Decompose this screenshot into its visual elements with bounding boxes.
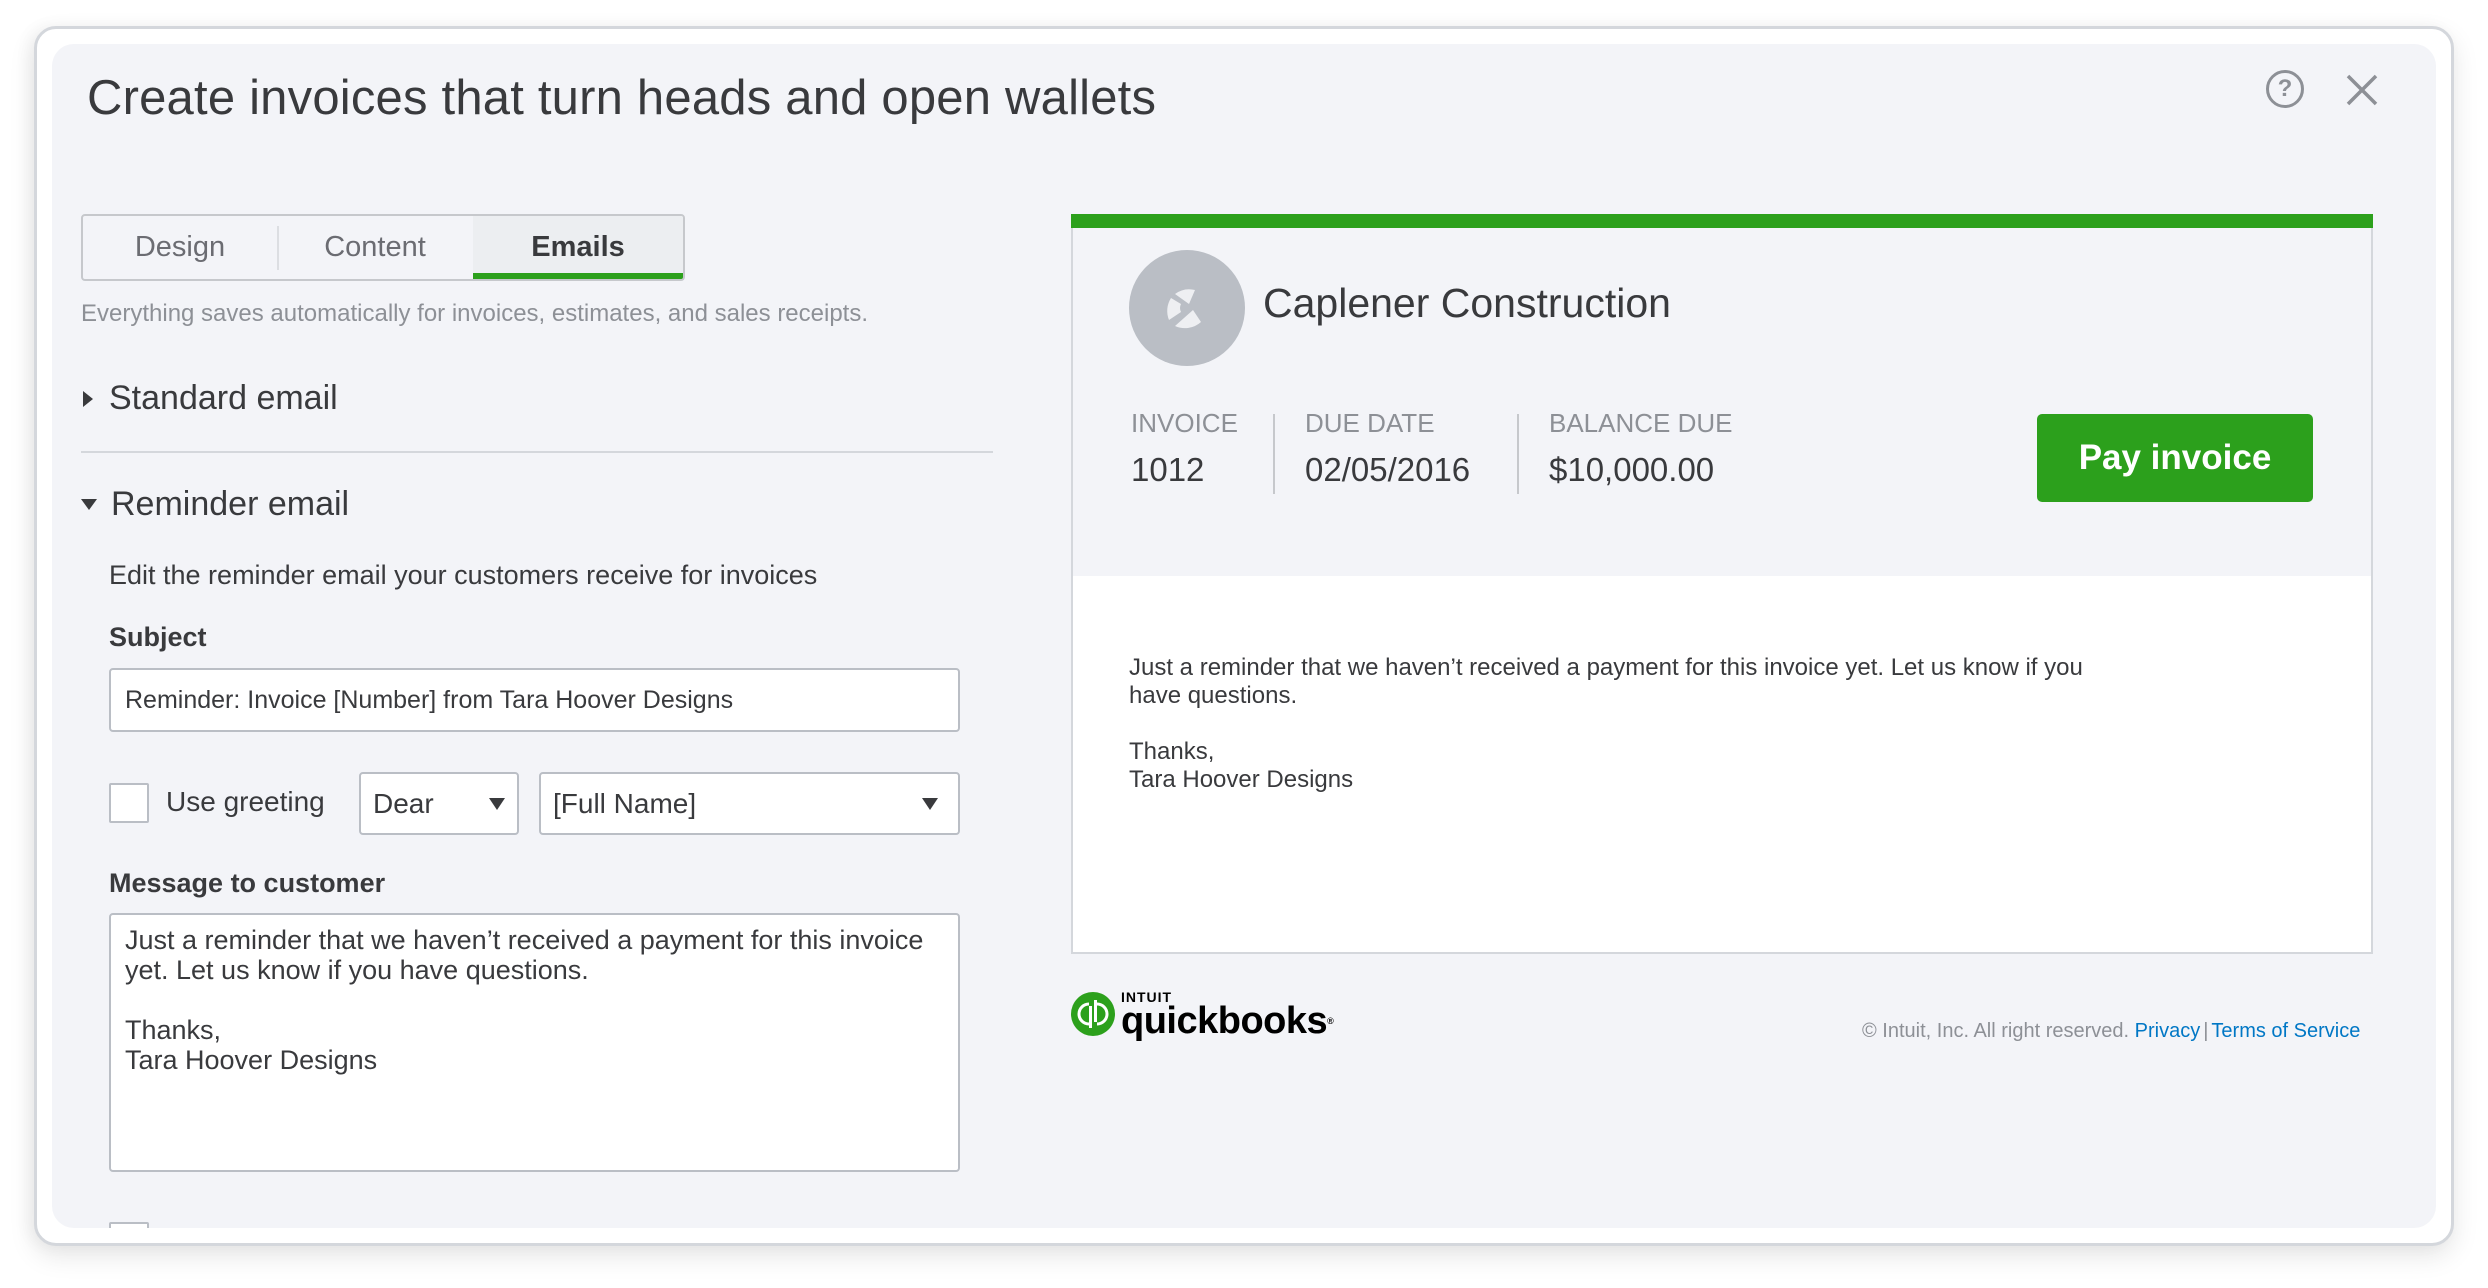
meta-separator [1517,414,1519,494]
reminder-description: Edit the reminder email your customers r… [109,560,818,590]
due-date-value: 02/05/2016 [1305,451,1471,488]
invoice-number-block: INVOICE 1012 [1131,408,1238,489]
caret-right-icon [83,390,93,407]
quickbooks-wordmark: quickbooks [1121,1000,1328,1042]
email-preview: Caplener Construction INVOICE 1012 DUE D… [1071,214,2373,954]
reminder-email-toggle[interactable]: Reminder email [81,485,349,524]
question-circle-icon: ? [2277,75,2293,102]
greeting-select[interactable]: Dear [359,772,519,835]
close-button[interactable] [2342,70,2382,110]
copyright-text: © Intuit, Inc. All right reserved. [1862,1020,2130,1042]
preview-message: Just a reminder that we haven’t received… [1129,654,2083,793]
pay-invoice-button[interactable]: Pay invoice [2037,414,2313,502]
subject-input[interactable]: Reminder: Invoice [Number] from Tara Hoo… [109,668,960,732]
section-divider [81,451,993,453]
company-logo-icon [1167,289,1201,329]
due-date-label: DUE DATE [1305,408,1435,438]
tab-design[interactable]: Design [83,216,277,279]
footer: © Intuit, Inc. All right reserved. Priva… [1862,1020,2360,1043]
invoice-customization-dialog: Create invoices that turn heads and open… [52,44,2436,1228]
greeting-select-value: Dear [373,787,434,819]
close-x-icon [2346,74,2378,106]
invoice-value: 1012 [1131,451,1205,488]
message-textarea[interactable]: Just a reminder that we haven’t received… [109,913,960,1172]
standard-email-label: Standard email [109,379,338,417]
use-greeting-label: Use greeting [166,786,325,817]
subject-value: Reminder: Invoice [Number] from Tara Hoo… [125,685,734,714]
company-name: Caplener Construction [1263,280,1671,326]
name-select[interactable]: [Full Name] [539,772,960,835]
subject-label: Subject [109,622,207,652]
preview-accent-bar [1071,214,2373,228]
help-button[interactable]: ? [2266,70,2304,108]
use-greeting-checkbox[interactable] [109,783,149,823]
balance-due-block: BALANCE DUE $10,000.00 [1549,408,1733,489]
company-logo [1129,250,1245,366]
quickbooks-logo-icon [1071,992,1115,1036]
quickbooks-logo: INTUIT quickbooks® [1071,990,1334,1040]
reminder-email-label: Reminder email [111,485,350,523]
dropdown-arrow-icon [489,797,505,810]
dialog-title: Create invoices that turn heads and open… [87,71,1157,125]
tab-emails[interactable]: Emails [473,216,683,279]
autosave-note: Everything saves automatically for invoi… [81,300,869,327]
caret-down-icon [81,499,97,510]
registered-mark: ® [1327,1016,1334,1026]
name-select-value: [Full Name] [553,787,697,819]
footer-separator: | [2203,1020,2209,1042]
tab-content[interactable]: Content [277,216,473,279]
tab-group: Design Content Emails [81,214,685,281]
meta-separator [1273,414,1275,494]
partial-checkbox[interactable] [109,1222,149,1228]
balance-due-value: $10,000.00 [1549,451,1715,488]
privacy-link[interactable]: Privacy [2135,1020,2201,1042]
terms-of-service-link[interactable]: Terms of Service [2211,1020,2360,1042]
preview-header: Caplener Construction INVOICE 1012 DUE D… [1073,228,2371,576]
standard-email-toggle[interactable]: Standard email [81,379,338,418]
invoice-label: INVOICE [1131,408,1238,438]
message-label: Message to customer [109,868,386,898]
due-date-block: DUE DATE 02/05/2016 [1305,408,1470,489]
balance-due-label: BALANCE DUE [1549,408,1733,438]
dropdown-arrow-icon [922,797,938,810]
